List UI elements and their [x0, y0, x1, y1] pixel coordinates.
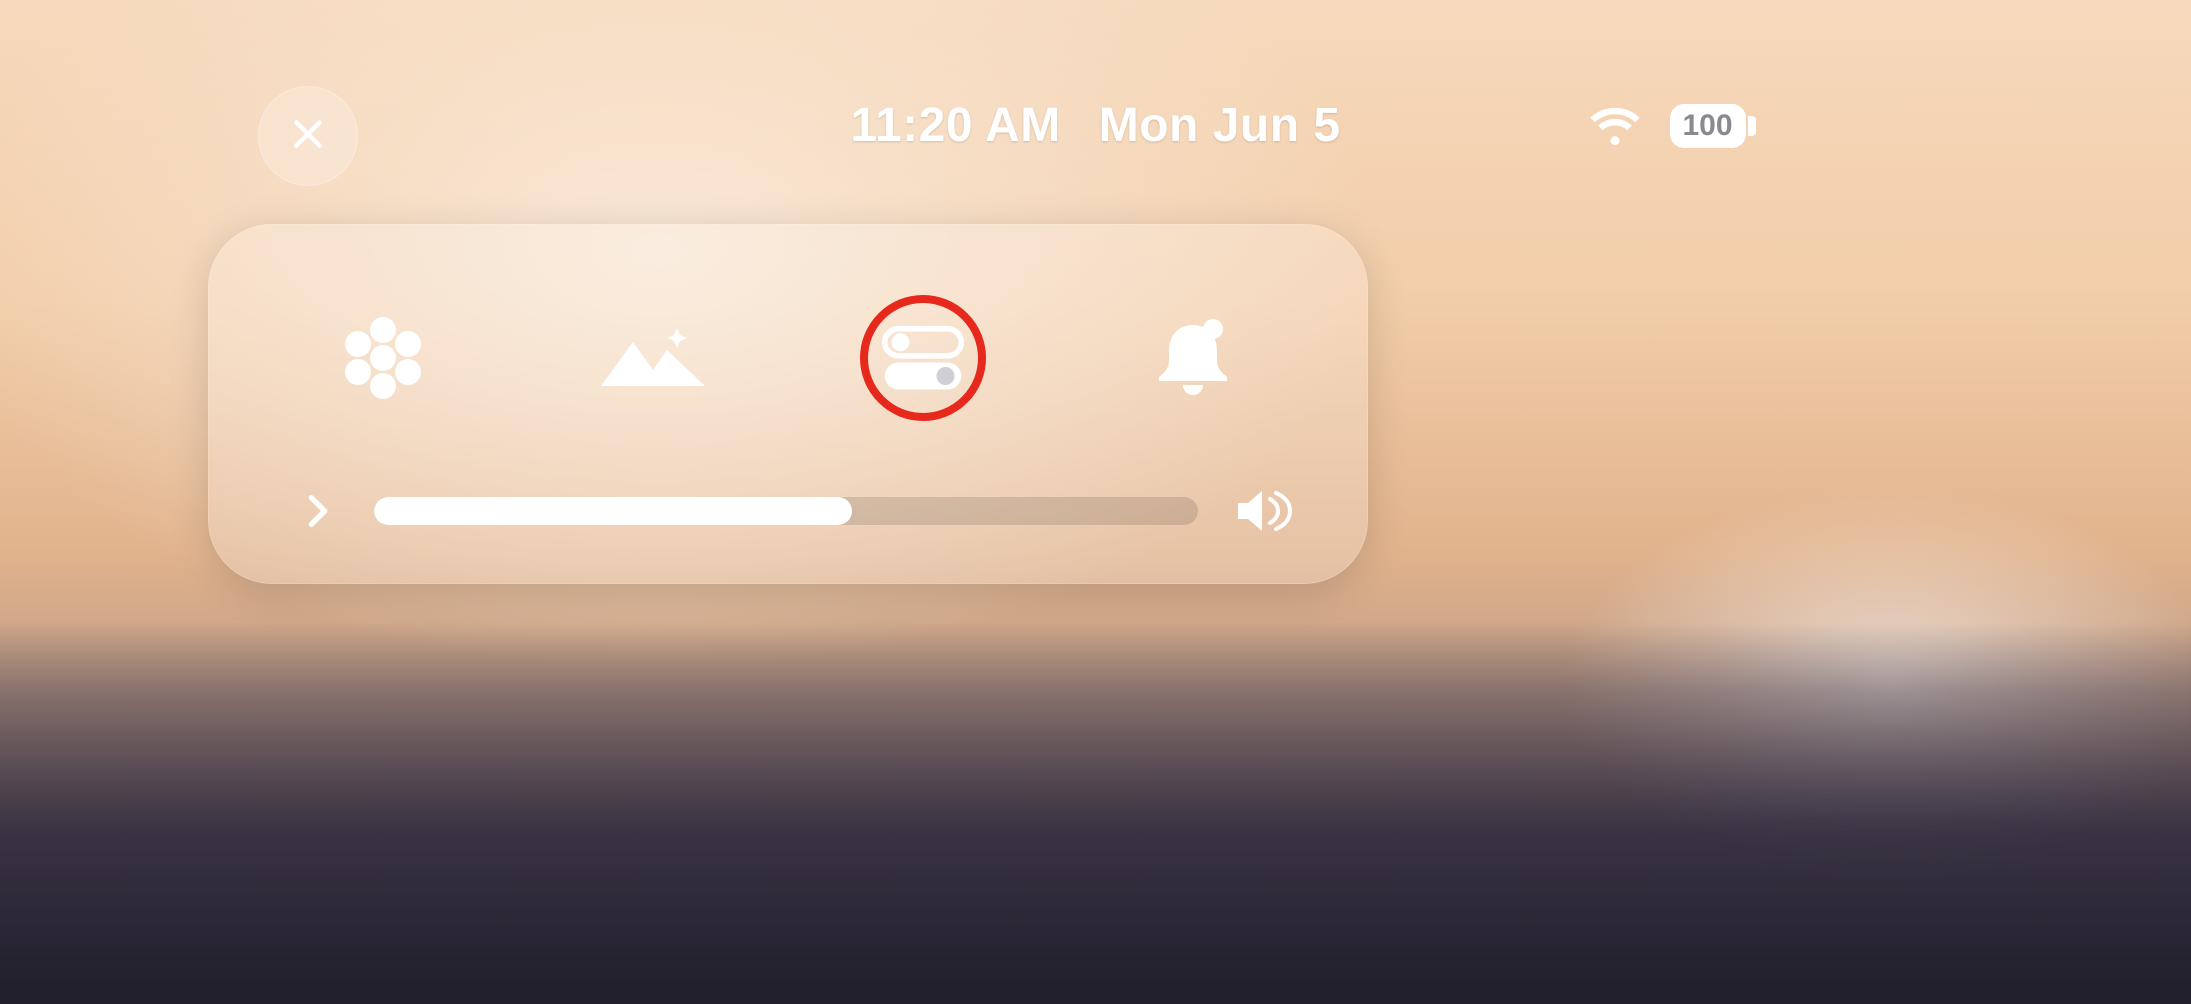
close-button[interactable]: [258, 86, 358, 186]
background-mountain: [0, 622, 2191, 1004]
battery-percent: 100: [1670, 104, 1746, 148]
battery-indicator: 100: [1670, 104, 1756, 148]
environments-button[interactable]: [533, 288, 773, 428]
battery-tip-icon: [1748, 116, 1756, 136]
apps-icon: [323, 313, 443, 403]
chevron-right-icon[interactable]: [298, 491, 338, 531]
volume-slider-fill: [374, 497, 852, 525]
close-icon: [288, 114, 328, 159]
toggles-icon: [863, 313, 983, 403]
apps-button[interactable]: [263, 288, 503, 428]
speaker-icon: [1234, 485, 1298, 537]
bell-icon: [1133, 313, 1253, 403]
clock-date: Mon Jun 5: [1099, 98, 1341, 153]
clock-time: 11:20 AM: [850, 98, 1060, 153]
statusbar: 11:20 AM Mon Jun 5 100: [506, 98, 1686, 153]
volume-slider[interactable]: [374, 497, 1198, 525]
control-panel-buttons: [208, 224, 1368, 464]
volume-row: [208, 464, 1368, 584]
control-panel: [208, 224, 1368, 584]
control-center-button[interactable]: [803, 288, 1043, 428]
wifi-icon: [1588, 99, 1642, 153]
notifications-button[interactable]: [1073, 288, 1313, 428]
mountains-icon: [593, 313, 713, 403]
